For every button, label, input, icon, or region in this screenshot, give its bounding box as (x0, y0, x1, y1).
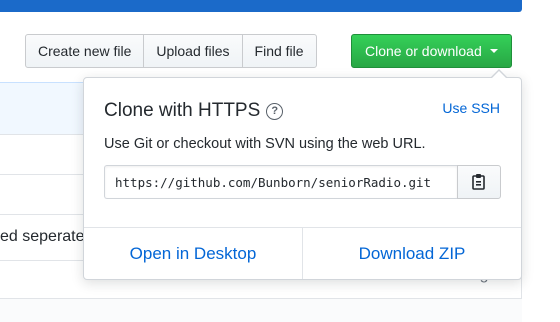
clone-footer: Open in Desktop Download ZIP (84, 227, 521, 279)
download-zip-button[interactable]: Download ZIP (302, 228, 521, 279)
clone-description: Use Git or checkout with SVN using the w… (104, 136, 426, 152)
clone-url-group (104, 165, 501, 199)
clone-or-download-button[interactable]: Clone or download (351, 34, 512, 68)
readme-header (0, 298, 522, 322)
open-in-desktop-button[interactable]: Open in Desktop (84, 228, 302, 279)
clone-url-input[interactable] (104, 165, 457, 199)
repo-page: ed seperate 20 hours ago Create new file… (0, 0, 560, 322)
repo-header-strip (0, 0, 522, 12)
clipboard-icon (472, 174, 485, 190)
clone-or-download-label: Clone or download (365, 43, 482, 59)
clone-title: Clone with HTTPS ? (104, 100, 284, 122)
clone-title-text: Clone with HTTPS (104, 100, 261, 121)
clone-dropdown: Clone with HTTPS ? Use SSH Use Git or ch… (83, 69, 522, 280)
find-file-button[interactable]: Find file (241, 34, 317, 68)
use-ssh-link[interactable]: Use SSH (442, 100, 500, 116)
file-actions-group: Create new file Upload files Find file (25, 34, 317, 68)
triangle-down-icon (489, 49, 498, 53)
copy-url-button[interactable] (457, 165, 501, 199)
upload-files-button[interactable]: Upload files (143, 34, 243, 68)
question-circle-icon[interactable]: ? (266, 102, 284, 120)
create-new-file-button[interactable]: Create new file (25, 34, 145, 68)
commit-message-fragment[interactable]: ed seperate (0, 228, 85, 246)
